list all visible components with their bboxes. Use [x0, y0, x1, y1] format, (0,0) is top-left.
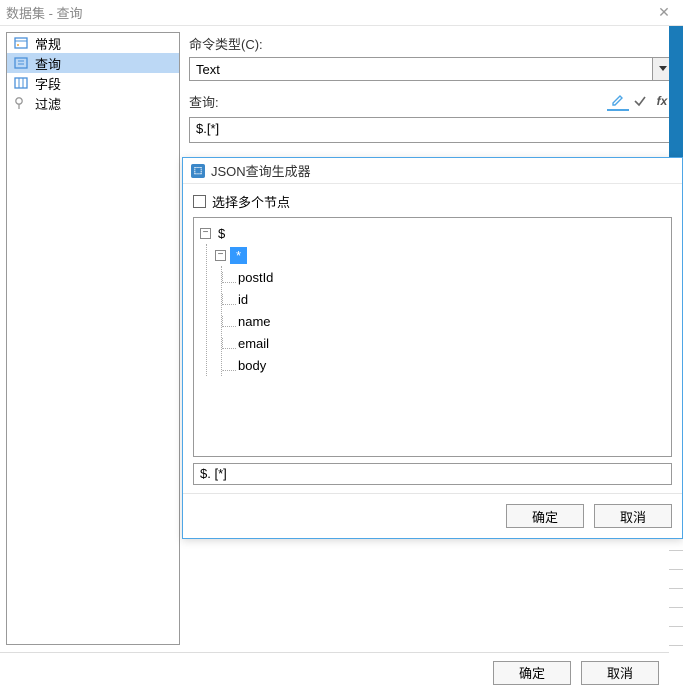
chevron-down-icon: [659, 66, 667, 72]
outer-dialog-buttons: 确定 取消: [0, 652, 669, 686]
check-icon: [633, 94, 647, 108]
titlebar: 数据集 - 查询 ✕: [0, 0, 683, 26]
cmd-type-combo[interactable]: [189, 57, 673, 81]
sidebar-item-label: 常规: [35, 34, 61, 53]
fx-icon: fx: [657, 94, 668, 108]
edit-query-button[interactable]: [607, 91, 629, 111]
sidebar-item-general[interactable]: 常规: [7, 33, 179, 53]
inner-dialog-buttons: 确定 取消: [183, 493, 682, 538]
window-title: 数据集 - 查询: [6, 3, 83, 22]
outer-cancel-button[interactable]: 取消: [581, 661, 659, 685]
tree-leaf[interactable]: id: [222, 288, 665, 310]
inner-title-text: JSON查询生成器: [211, 161, 311, 180]
json-tree[interactable]: − $ − * postId id name email body: [193, 217, 672, 457]
tree-leaf[interactable]: email: [222, 332, 665, 354]
tree-leaf[interactable]: postId: [222, 266, 665, 288]
collapse-icon[interactable]: −: [200, 228, 211, 239]
json-query-dialog: ⬚ JSON查询生成器 选择多个节点 − $ − * postId id nam…: [182, 157, 683, 539]
json-path-output[interactable]: $. [*]: [193, 463, 672, 485]
collapse-icon[interactable]: −: [215, 250, 226, 261]
json-icon: ⬚: [191, 164, 205, 178]
inner-titlebar: ⬚ JSON查询生成器: [183, 158, 682, 184]
sidebar-item-label: 查询: [35, 54, 61, 73]
sidebar-item-fields[interactable]: 字段: [7, 73, 179, 93]
cmd-type-label: 命令类型(C):: [189, 34, 673, 53]
sidebar-item-label: 过滤: [35, 94, 61, 113]
tree-leaf[interactable]: name: [222, 310, 665, 332]
checkbox-unchecked[interactable]: [193, 195, 206, 208]
inner-ok-button[interactable]: 确定: [506, 504, 584, 528]
multi-select-row[interactable]: 选择多个节点: [193, 192, 672, 211]
pencil-icon: [611, 93, 625, 107]
multi-select-label: 选择多个节点: [212, 192, 290, 211]
filter-icon: [13, 95, 29, 111]
general-icon: [13, 35, 29, 51]
outer-ok-button[interactable]: 确定: [493, 661, 571, 685]
tree-wildcard[interactable]: *: [230, 247, 247, 264]
close-icon[interactable]: ✕: [651, 4, 677, 21]
sidebar-item-filter[interactable]: 过滤: [7, 93, 179, 113]
sidebar: 常规 查询 字段 过滤: [6, 32, 180, 645]
tree-root[interactable]: $: [215, 225, 228, 242]
query-label: 查询:: [189, 92, 607, 111]
fields-icon: [13, 75, 29, 91]
query-input[interactable]: [189, 117, 673, 143]
sidebar-item-label: 字段: [35, 74, 61, 93]
sidebar-item-query[interactable]: 查询: [7, 53, 179, 73]
query-icon: [13, 55, 29, 71]
grid-background: [669, 531, 683, 651]
inner-cancel-button[interactable]: 取消: [594, 504, 672, 528]
tree-leaf[interactable]: body: [222, 354, 665, 376]
validate-button[interactable]: [629, 91, 651, 111]
cmd-type-input[interactable]: [190, 58, 652, 80]
